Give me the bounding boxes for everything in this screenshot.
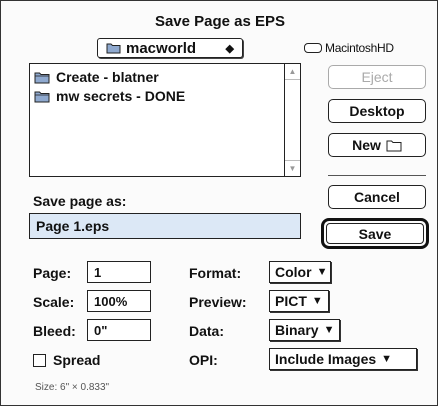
data-popup-value: Binary [275, 322, 319, 338]
opi-popup[interactable]: Include Images ▼ [269, 348, 417, 370]
scale-label: Scale: [33, 294, 75, 310]
size-note: Size: 6" × 0.833" [35, 382, 110, 393]
new-folder-button[interactable]: New [328, 133, 426, 157]
list-scrollbar[interactable]: ▲ ▼ [284, 64, 300, 176]
folder-popup[interactable]: macworld ◆ [97, 38, 243, 58]
scale-field[interactable]: 100% [87, 290, 151, 312]
eject-button[interactable]: Eject [328, 65, 426, 89]
preview-label: Preview: [189, 294, 247, 310]
popup-triangle-icon: ▼ [316, 266, 328, 278]
data-label: Data: [189, 323, 225, 339]
filename-input[interactable]: Page 1.eps [29, 213, 301, 239]
page-label: Page: [33, 265, 72, 281]
spread-label: Spread [53, 352, 101, 368]
popup-triangle-icon: ▼ [311, 295, 323, 307]
popup-triangle-icon: ▼ [381, 353, 393, 365]
opi-popup-value: Include Images [275, 351, 377, 367]
list-item-label: Create - blatner [56, 69, 159, 85]
save-eps-dialog: Save Page as EPS macworld ◆ MacintoshHD … [0, 0, 438, 406]
dialog-title: Save Page as EPS [154, 13, 286, 30]
format-popup-value: Color [275, 264, 312, 280]
desktop-button[interactable]: Desktop [328, 99, 426, 123]
disk-label: MacintoshHD [325, 41, 394, 55]
preview-popup-value: PICT [275, 293, 307, 309]
list-item-label: mw secrets - DONE [56, 88, 186, 104]
format-popup[interactable]: Color ▼ [269, 261, 331, 283]
hard-disk-icon [304, 43, 322, 53]
scroll-up-arrow-icon[interactable]: ▲ [285, 64, 300, 80]
list-item[interactable]: mw secrets - DONE [34, 87, 185, 105]
folder-popup-label: macworld [126, 39, 197, 57]
save-as-label: Save page as: [33, 193, 127, 209]
bleed-field[interactable]: 0" [87, 319, 151, 341]
bleed-label: Bleed: [33, 323, 76, 339]
popup-triangle-icon: ▼ [323, 324, 335, 336]
data-popup[interactable]: Binary ▼ [269, 319, 340, 341]
new-folder-icon [386, 140, 402, 151]
save-button[interactable]: Save [326, 223, 424, 244]
popup-arrows-icon: ◆ [225, 42, 234, 55]
button-divider [328, 175, 426, 176]
scroll-down-arrow-icon[interactable]: ▼ [285, 160, 300, 176]
folder-icon [34, 72, 50, 83]
new-folder-label: New [352, 137, 381, 153]
folder-icon [106, 43, 121, 54]
file-list[interactable]: Create - blatner mw secrets - DONE ▲ ▼ [29, 63, 301, 177]
folder-icon [34, 91, 50, 102]
disk-indicator: MacintoshHD [304, 38, 394, 58]
list-item[interactable]: Create - blatner [34, 68, 159, 86]
format-label: Format: [189, 265, 242, 281]
preview-popup[interactable]: PICT ▼ [269, 290, 329, 312]
spread-checkbox[interactable] [33, 354, 46, 367]
cancel-button[interactable]: Cancel [328, 185, 426, 209]
page-field[interactable]: 1 [87, 261, 151, 283]
opi-label: OPI: [189, 352, 218, 368]
